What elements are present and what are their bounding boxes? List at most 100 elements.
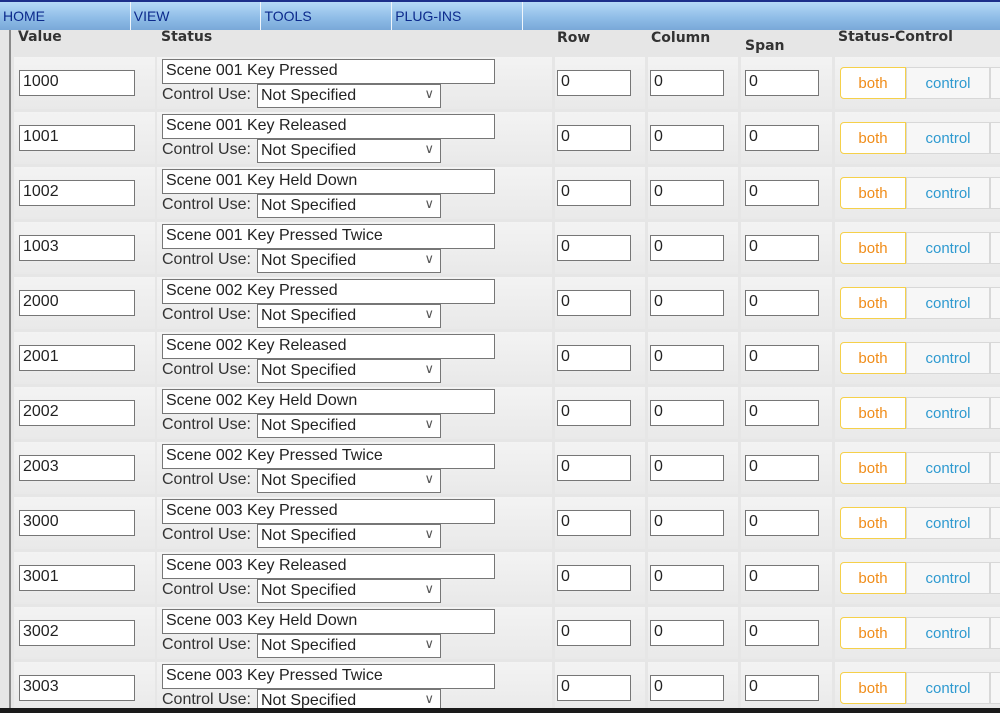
value-input[interactable]: 3003 — [19, 675, 135, 701]
value-input[interactable]: 2003 — [19, 455, 135, 481]
both-button[interactable]: both — [840, 562, 906, 594]
value-input[interactable]: 2001 — [19, 345, 135, 371]
both-button[interactable]: both — [840, 507, 906, 539]
span-input[interactable]: 0 — [745, 180, 819, 206]
column-input[interactable]: 0 — [650, 180, 724, 206]
column-input[interactable]: 0 — [650, 290, 724, 316]
column-input[interactable]: 0 — [650, 675, 724, 701]
span-input[interactable]: 0 — [745, 290, 819, 316]
menu-plug-ins[interactable]: PLUG-INS — [392, 2, 523, 30]
control-use-select[interactable]: Not Specified ∨ — [257, 524, 441, 548]
status-button[interactable] — [990, 507, 1000, 539]
status-button[interactable] — [990, 397, 1000, 429]
both-button[interactable]: both — [840, 397, 906, 429]
menu-tools[interactable]: TOOLS — [261, 2, 393, 30]
span-input[interactable]: 0 — [745, 345, 819, 371]
menu-view[interactable]: VIEW — [131, 2, 262, 30]
control-button[interactable]: control — [906, 562, 990, 594]
row-input[interactable]: 0 — [557, 70, 631, 96]
status-button[interactable] — [990, 177, 1000, 209]
value-input[interactable]: 3000 — [19, 510, 135, 536]
span-input[interactable]: 0 — [745, 510, 819, 536]
column-input[interactable]: 0 — [650, 125, 724, 151]
control-button[interactable]: control — [906, 397, 990, 429]
value-input[interactable]: 1001 — [19, 125, 135, 151]
status-input[interactable]: Scene 002 Key Pressed — [162, 279, 495, 304]
column-input[interactable]: 0 — [650, 565, 724, 591]
row-input[interactable]: 0 — [557, 180, 631, 206]
both-button[interactable]: both — [840, 122, 906, 154]
control-use-select[interactable]: Not Specified ∨ — [257, 689, 441, 708]
row-input[interactable]: 0 — [557, 510, 631, 536]
control-use-select[interactable]: Not Specified ∨ — [257, 359, 441, 383]
status-input[interactable]: Scene 001 Key Held Down — [162, 169, 495, 194]
control-button[interactable]: control — [906, 232, 990, 264]
status-input[interactable]: Scene 003 Key Pressed Twice — [162, 664, 495, 689]
value-input[interactable]: 2000 — [19, 290, 135, 316]
row-input[interactable]: 0 — [557, 290, 631, 316]
status-input[interactable]: Scene 001 Key Pressed — [162, 59, 495, 84]
status-input[interactable]: Scene 003 Key Released — [162, 554, 495, 579]
status-button[interactable] — [990, 617, 1000, 649]
status-button[interactable] — [990, 452, 1000, 484]
value-input[interactable]: 3001 — [19, 565, 135, 591]
status-input[interactable]: Scene 002 Key Pressed Twice — [162, 444, 495, 469]
status-input[interactable]: Scene 001 Key Released — [162, 114, 495, 139]
status-input[interactable]: Scene 001 Key Pressed Twice — [162, 224, 495, 249]
control-use-select[interactable]: Not Specified ∨ — [257, 579, 441, 603]
control-use-select[interactable]: Not Specified ∨ — [257, 304, 441, 328]
both-button[interactable]: both — [840, 342, 906, 374]
status-input[interactable]: Scene 002 Key Held Down — [162, 389, 495, 414]
control-button[interactable]: control — [906, 452, 990, 484]
control-button[interactable]: control — [906, 672, 990, 704]
status-button[interactable] — [990, 562, 1000, 594]
both-button[interactable]: both — [840, 177, 906, 209]
control-button[interactable]: control — [906, 122, 990, 154]
both-button[interactable]: both — [840, 67, 906, 99]
span-input[interactable]: 0 — [745, 455, 819, 481]
status-input[interactable]: Scene 003 Key Held Down — [162, 609, 495, 634]
row-input[interactable]: 0 — [557, 400, 631, 426]
status-input[interactable]: Scene 003 Key Pressed — [162, 499, 495, 524]
value-input[interactable]: 1002 — [19, 180, 135, 206]
row-input[interactable]: 0 — [557, 675, 631, 701]
control-button[interactable]: control — [906, 342, 990, 374]
control-use-select[interactable]: Not Specified ∨ — [257, 84, 441, 108]
control-use-select[interactable]: Not Specified ∨ — [257, 469, 441, 493]
span-input[interactable]: 0 — [745, 400, 819, 426]
both-button[interactable]: both — [840, 287, 906, 319]
span-input[interactable]: 0 — [745, 235, 819, 261]
column-input[interactable]: 0 — [650, 455, 724, 481]
control-button[interactable]: control — [906, 177, 990, 209]
control-use-select[interactable]: Not Specified ∨ — [257, 249, 441, 273]
value-input[interactable]: 1003 — [19, 235, 135, 261]
span-input[interactable]: 0 — [745, 125, 819, 151]
both-button[interactable]: both — [840, 452, 906, 484]
both-button[interactable]: both — [840, 232, 906, 264]
status-button[interactable] — [990, 287, 1000, 319]
status-button[interactable] — [990, 672, 1000, 704]
both-button[interactable]: both — [840, 672, 906, 704]
both-button[interactable]: both — [840, 617, 906, 649]
status-button[interactable] — [990, 342, 1000, 374]
value-input[interactable]: 2002 — [19, 400, 135, 426]
row-input[interactable]: 0 — [557, 235, 631, 261]
control-use-select[interactable]: Not Specified ∨ — [257, 139, 441, 163]
column-input[interactable]: 0 — [650, 510, 724, 536]
row-input[interactable]: 0 — [557, 455, 631, 481]
row-input[interactable]: 0 — [557, 345, 631, 371]
column-input[interactable]: 0 — [650, 70, 724, 96]
status-button[interactable] — [990, 122, 1000, 154]
span-input[interactable]: 0 — [745, 675, 819, 701]
row-input[interactable]: 0 — [557, 125, 631, 151]
column-input[interactable]: 0 — [650, 400, 724, 426]
control-button[interactable]: control — [906, 617, 990, 649]
column-input[interactable]: 0 — [650, 620, 724, 646]
span-input[interactable]: 0 — [745, 70, 819, 96]
column-input[interactable]: 0 — [650, 345, 724, 371]
menu-home[interactable]: HOME — [0, 2, 131, 30]
control-use-select[interactable]: Not Specified ∨ — [257, 634, 441, 658]
control-button[interactable]: control — [906, 287, 990, 319]
control-button[interactable]: control — [906, 67, 990, 99]
control-use-select[interactable]: Not Specified ∨ — [257, 194, 441, 218]
